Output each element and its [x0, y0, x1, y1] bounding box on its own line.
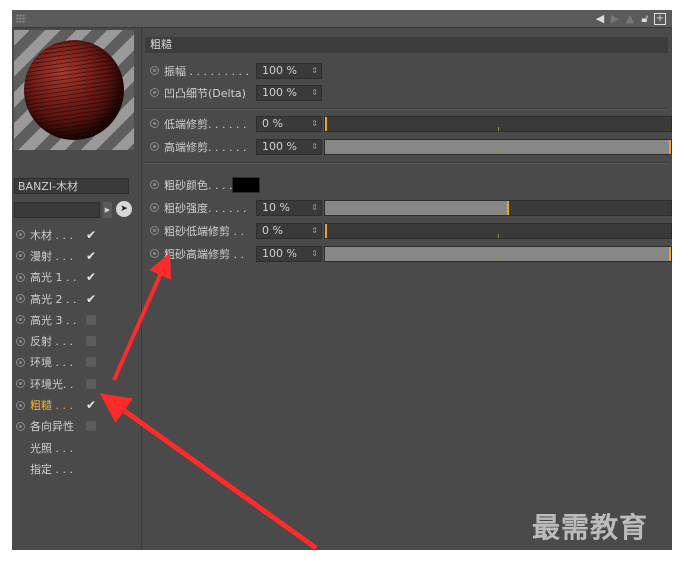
annotation-arrow-up — [112, 253, 172, 381]
annotation-arrow-left — [99, 393, 318, 551]
annotation-arrows — [99, 253, 318, 551]
watermark: 最需教育 — [532, 511, 649, 544]
